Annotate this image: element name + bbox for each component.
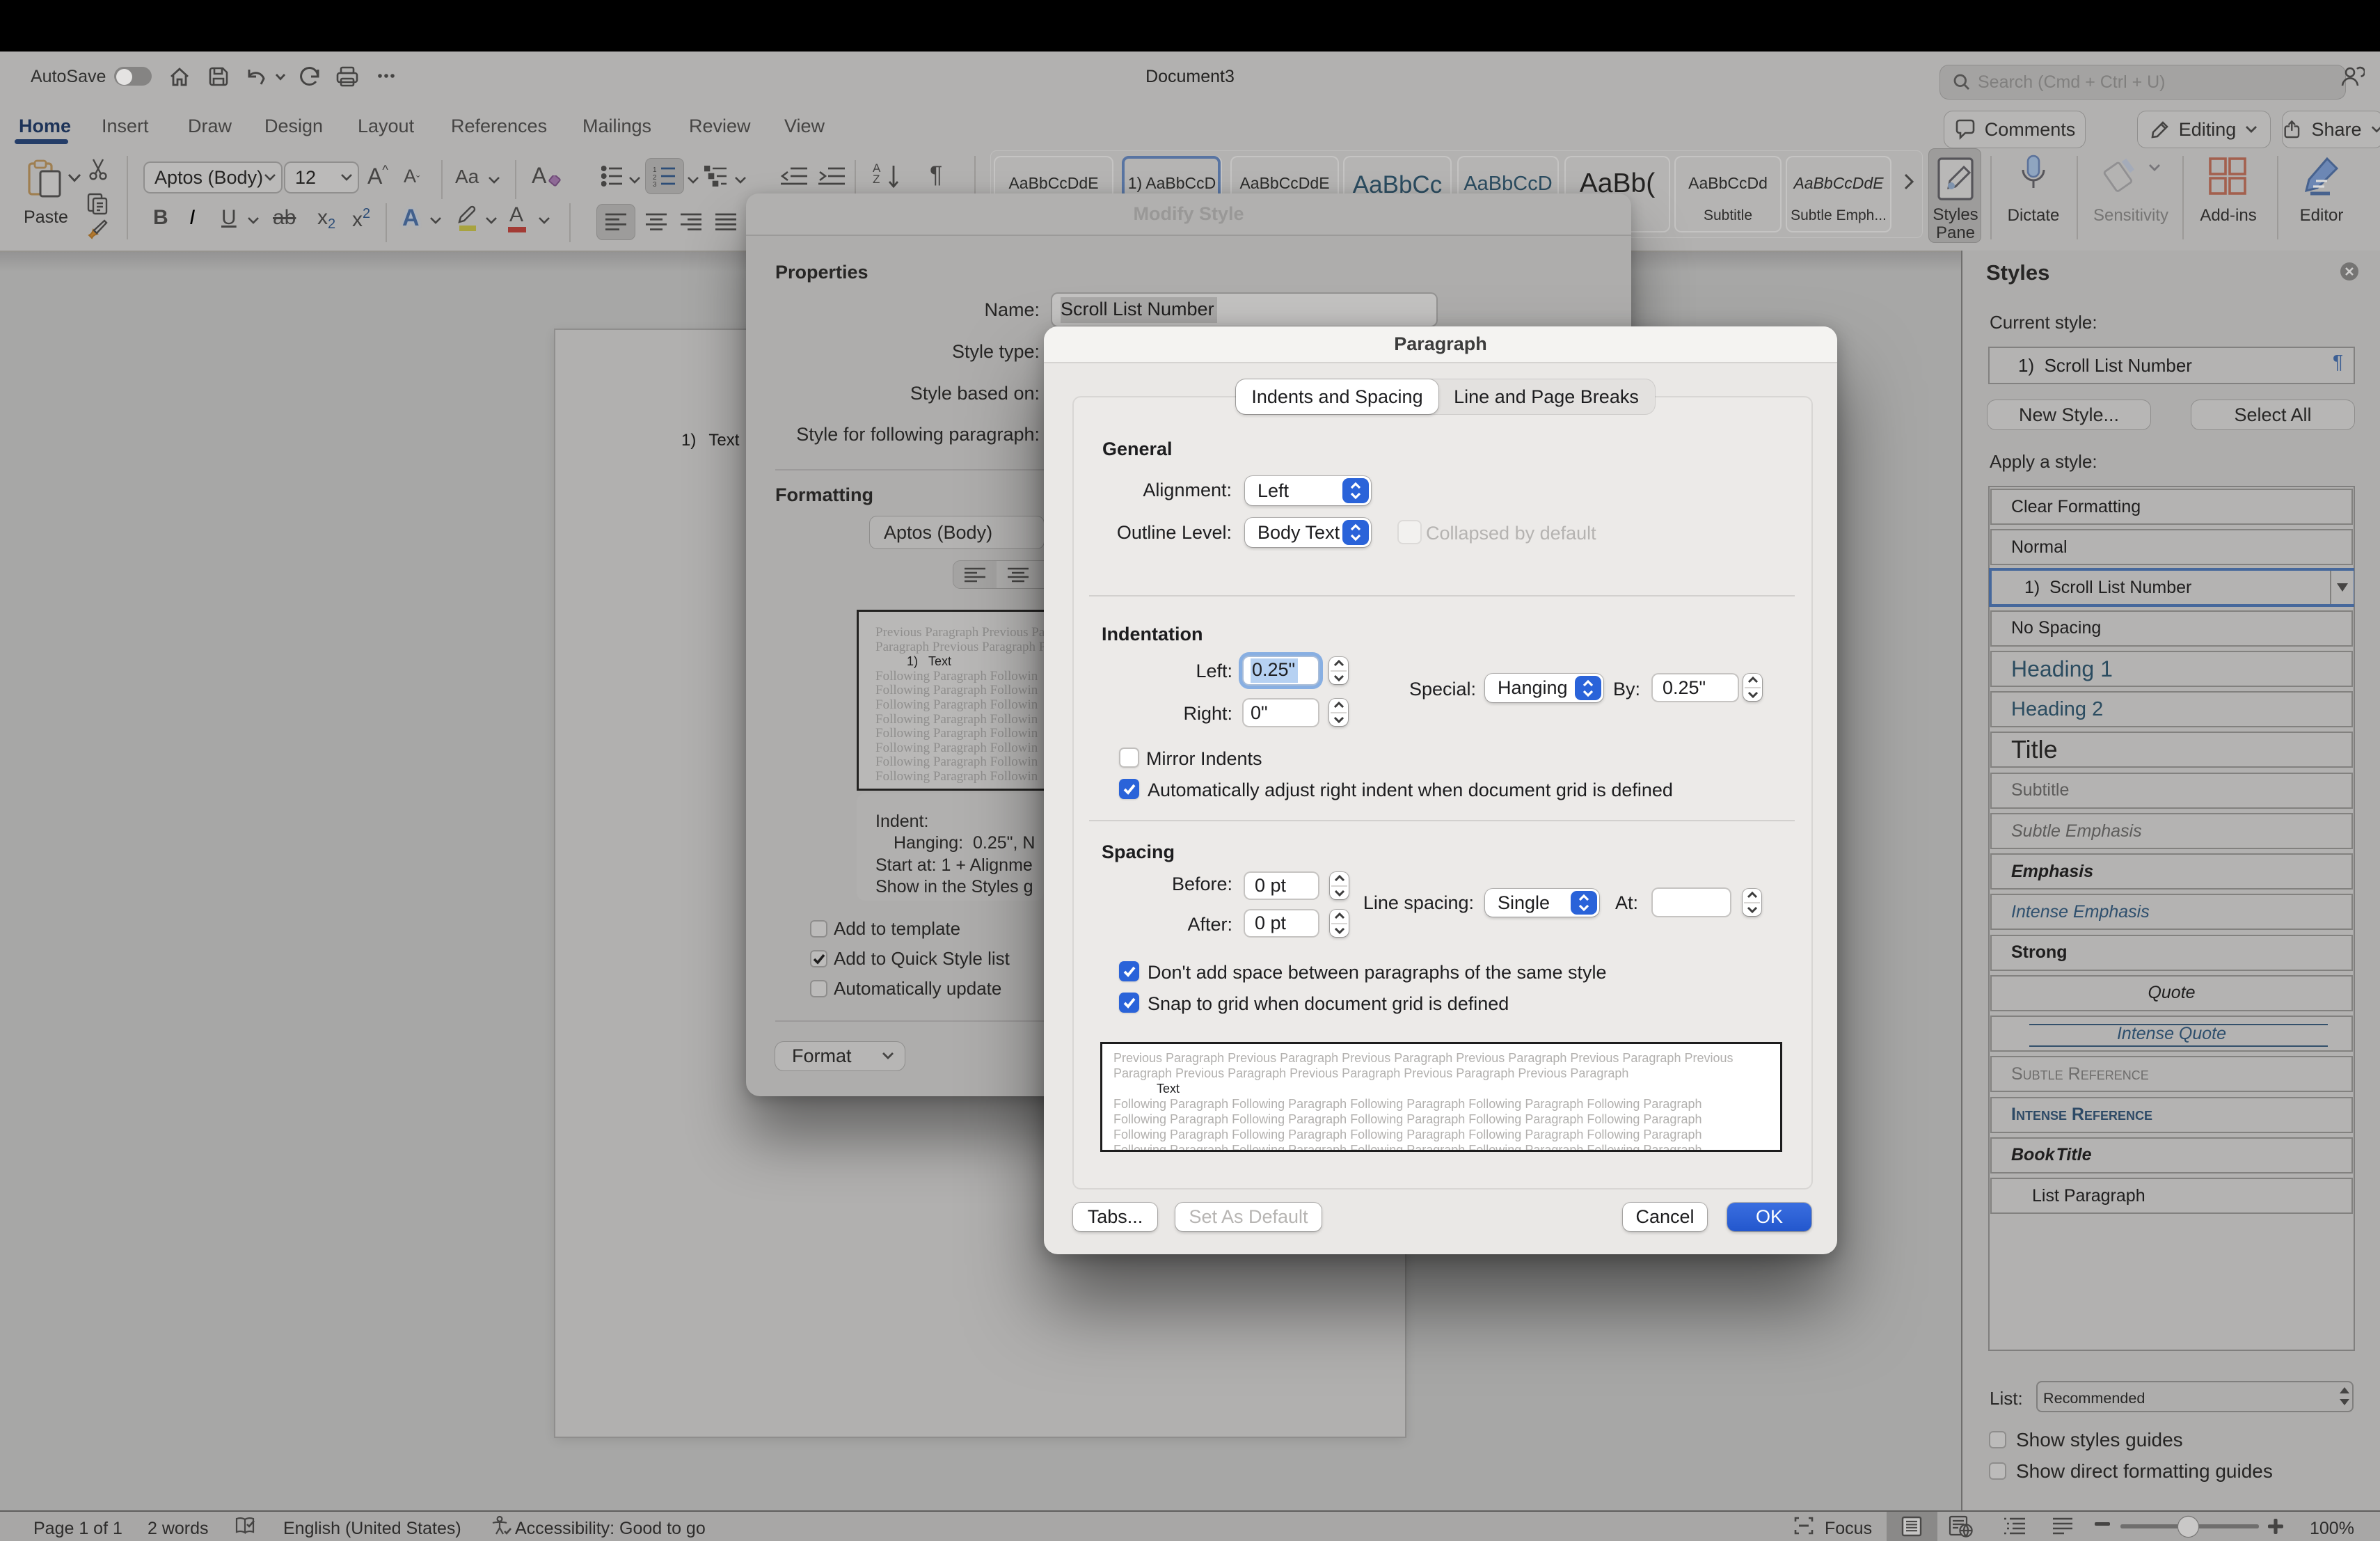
svg-text:1: 1 — [653, 166, 657, 174]
svg-text:3: 3 — [653, 181, 657, 187]
